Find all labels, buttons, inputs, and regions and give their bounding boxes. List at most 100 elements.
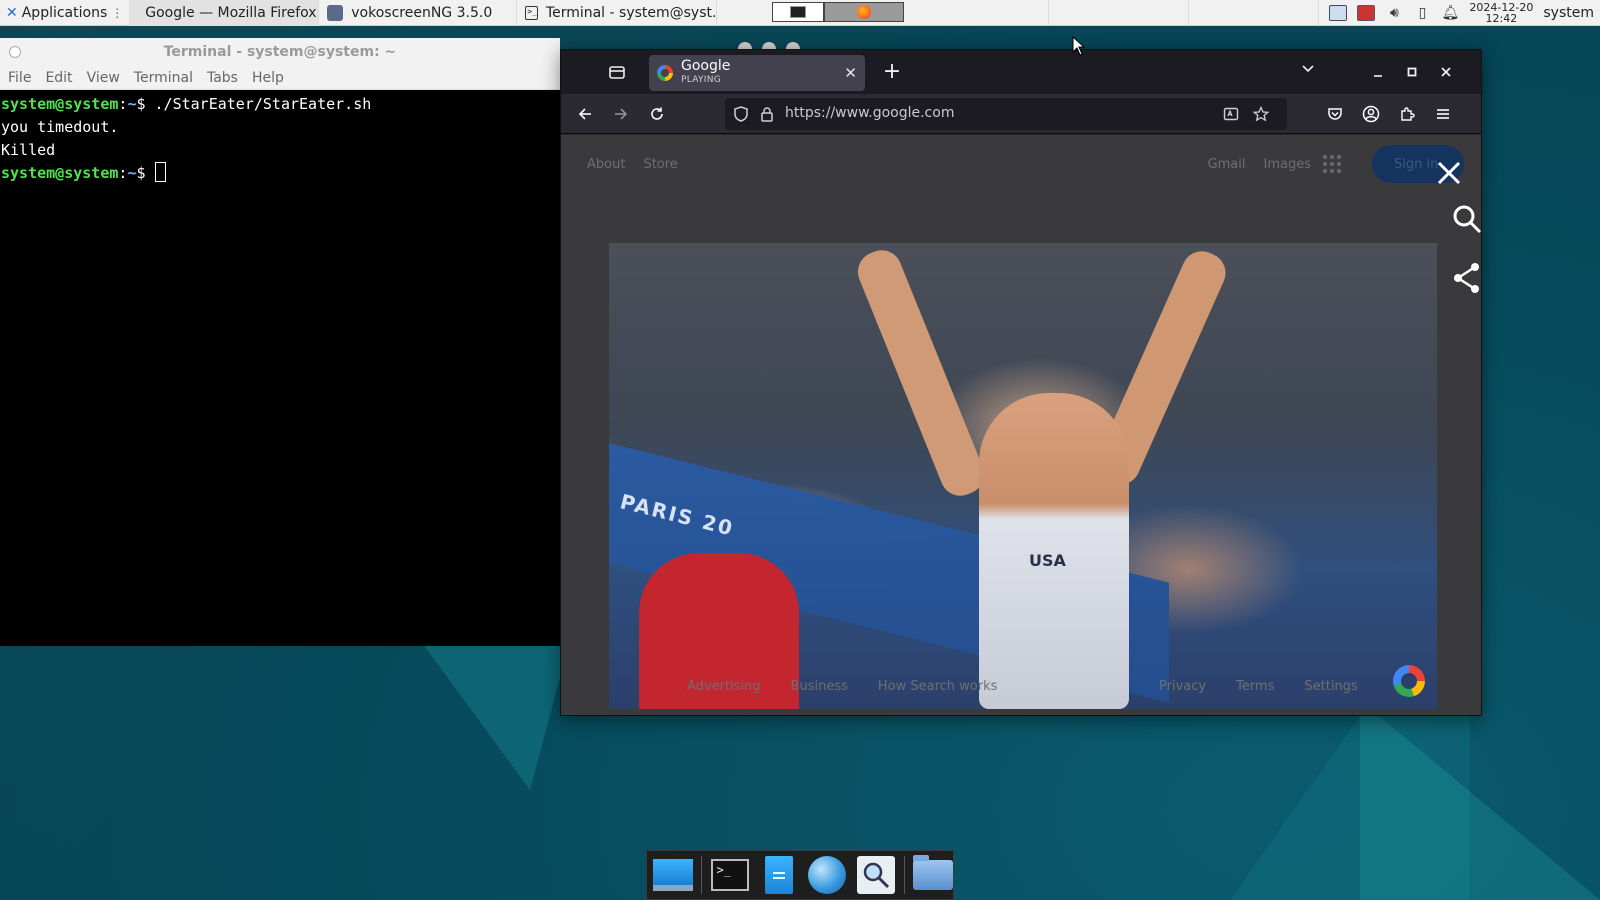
close-tab-icon[interactable]: ✕ <box>844 64 857 82</box>
desktop-icon <box>653 859 694 891</box>
mouse-pointer-icon <box>1072 36 1086 56</box>
terminal-titlebar[interactable]: Terminal - system@system: ~ <box>0 38 560 66</box>
dock-show-desktop[interactable] <box>653 854 694 896</box>
new-tab-button[interactable]: + <box>879 59 905 85</box>
web-page-content: About Store Gmail Images Sign in PARIS 2… <box>561 135 1483 715</box>
terminal-icon: >_ <box>711 859 750 891</box>
dock-separator <box>903 856 905 894</box>
extensions-puzzle-icon[interactable] <box>1395 102 1419 126</box>
workspace-1[interactable] <box>772 2 824 22</box>
hamburger-menu-icon[interactable] <box>1431 102 1455 126</box>
link-business[interactable]: Business <box>791 679 848 694</box>
tab-title: Google <box>681 58 731 74</box>
back-button[interactable] <box>573 102 597 126</box>
account-icon[interactable] <box>1359 102 1383 126</box>
link-store[interactable]: Store <box>643 157 677 172</box>
firefox-view-icon[interactable] <box>607 62 627 82</box>
list-all-tabs-icon[interactable] <box>1301 62 1315 78</box>
workspace-switcher[interactable] <box>772 2 904 22</box>
google-footer-left: Advertising Business How Search works <box>687 679 997 694</box>
panel-separator <box>1188 0 1189 26</box>
google-top-nav-left: About Store <box>587 157 678 172</box>
tab-bar: Google PLAYING ✕ + <box>561 50 1481 94</box>
taskbar-item-label: Google — Mozilla Firefox <box>145 4 317 21</box>
forward-button[interactable] <box>609 102 633 126</box>
link-how-search-works[interactable]: How Search works <box>878 679 998 694</box>
link-settings[interactable]: Settings <box>1304 679 1357 694</box>
firefox-icon <box>857 5 871 19</box>
link-privacy[interactable]: Privacy <box>1159 679 1206 694</box>
dock-web-browser[interactable] <box>807 854 847 896</box>
dock: >_ <box>646 850 954 900</box>
menu-edit[interactable]: Edit <box>45 70 72 86</box>
clock[interactable]: 2024-12-20 12:42 <box>1469 2 1533 24</box>
doodle-arm <box>851 244 991 502</box>
translate-page-icon[interactable] <box>1221 104 1241 124</box>
address-bar[interactable]: https://www.google.com <box>725 98 1287 130</box>
menu-tabs[interactable]: Tabs <box>207 70 238 86</box>
doodle-share-icon[interactable] <box>1451 261 1483 295</box>
terminal-command: ./StarEater/StarEater.sh <box>145 95 372 113</box>
applications-icon: ✕ <box>6 4 18 21</box>
link-terms[interactable]: Terms <box>1236 679 1274 694</box>
doodle-search-icon[interactable] <box>1451 203 1483 237</box>
taskbar-item-label: Terminal - system@syst... <box>545 4 718 21</box>
close-window-button[interactable] <box>1435 61 1457 83</box>
google-top-nav-right: Gmail Images <box>1208 157 1311 172</box>
menu-separator-icon: ⋮ <box>111 5 124 20</box>
tracking-protection-shield-icon[interactable] <box>731 104 751 124</box>
panel-separator <box>1048 0 1049 26</box>
screen-recorder-tray-icon[interactable] <box>1357 5 1376 21</box>
tab-google[interactable]: Google PLAYING ✕ <box>649 55 865 91</box>
applications-menu-button[interactable]: ✕ Applications ⋮ <box>0 0 129 26</box>
reload-button[interactable] <box>645 102 669 126</box>
pocket-icon[interactable] <box>1323 102 1347 126</box>
dock-text-editor[interactable] <box>759 854 799 896</box>
terminal-line: you timedout. <box>1 118 119 136</box>
user-menu[interactable]: system <box>1543 5 1594 21</box>
menu-help[interactable]: Help <box>252 70 284 86</box>
taskbar-item-firefox[interactable]: Google — Mozilla Firefox <box>129 0 320 26</box>
volume-icon[interactable]: 🔊︎ <box>1385 5 1403 21</box>
search-icon <box>856 856 895 894</box>
prompt-symbol: $ <box>136 95 146 113</box>
firefox-window[interactable]: Google PLAYING ✕ + https://www.google.co… <box>560 49 1482 716</box>
google-doodle-video[interactable]: PARIS 20 USA <box>609 243 1437 709</box>
close-doodle-icon[interactable] <box>1431 155 1467 191</box>
prompt-user: system@system <box>1 164 119 182</box>
wallpaper-shape <box>420 640 570 790</box>
maximize-window-button[interactable] <box>1401 61 1423 83</box>
terminal-title: Terminal - system@system: ~ <box>163 44 397 60</box>
google-favicon-icon <box>657 65 673 81</box>
google-footer-right: Privacy Terms Settings <box>1159 679 1358 694</box>
url-text: https://www.google.com <box>785 105 955 121</box>
dock-app-finder[interactable] <box>855 854 895 896</box>
power-icon[interactable]: ▯ <box>1413 5 1431 21</box>
link-about[interactable]: About <box>587 157 625 172</box>
bookmark-star-icon[interactable] <box>1251 104 1271 124</box>
minimize-window-button[interactable] <box>1367 61 1389 83</box>
link-gmail[interactable]: Gmail <box>1208 157 1246 172</box>
link-images[interactable]: Images <box>1264 157 1312 172</box>
taskbar-item-vokoscreen[interactable]: vokoscreenNG 3.5.0 <box>319 0 518 26</box>
google-apps-grid-icon[interactable] <box>1323 155 1341 173</box>
dock-file-manager[interactable] <box>912 854 953 896</box>
prompt-symbol: $ <box>136 164 146 182</box>
network-icon[interactable] <box>1329 5 1348 21</box>
menu-view[interactable]: View <box>87 70 120 86</box>
dock-terminal[interactable]: >_ <box>710 854 750 896</box>
notification-bell-icon[interactable]: 🔔︎ <box>1441 5 1460 21</box>
google-g-logo-icon <box>1393 665 1425 697</box>
workspace-2[interactable] <box>824 2 904 22</box>
terminal-line: system@system:~$ ./StarEater/StarEater.s… <box>1 93 560 116</box>
terminal-output[interactable]: system@system:~$ ./StarEater/StarEater.s… <box>0 91 560 646</box>
menu-terminal[interactable]: Terminal <box>134 70 193 86</box>
applications-label: Applications <box>21 4 108 21</box>
terminal-line: Killed <box>1 141 56 159</box>
link-advertising[interactable]: Advertising <box>687 679 761 694</box>
menu-file[interactable]: File <box>8 70 31 86</box>
lock-icon[interactable] <box>757 104 777 124</box>
terminal-window[interactable]: Terminal - system@system: ~ File Edit Vi… <box>0 38 560 646</box>
window-menu-icon[interactable] <box>9 46 21 58</box>
taskbar-item-terminal[interactable]: >_ Terminal - system@syst... <box>517 0 718 26</box>
